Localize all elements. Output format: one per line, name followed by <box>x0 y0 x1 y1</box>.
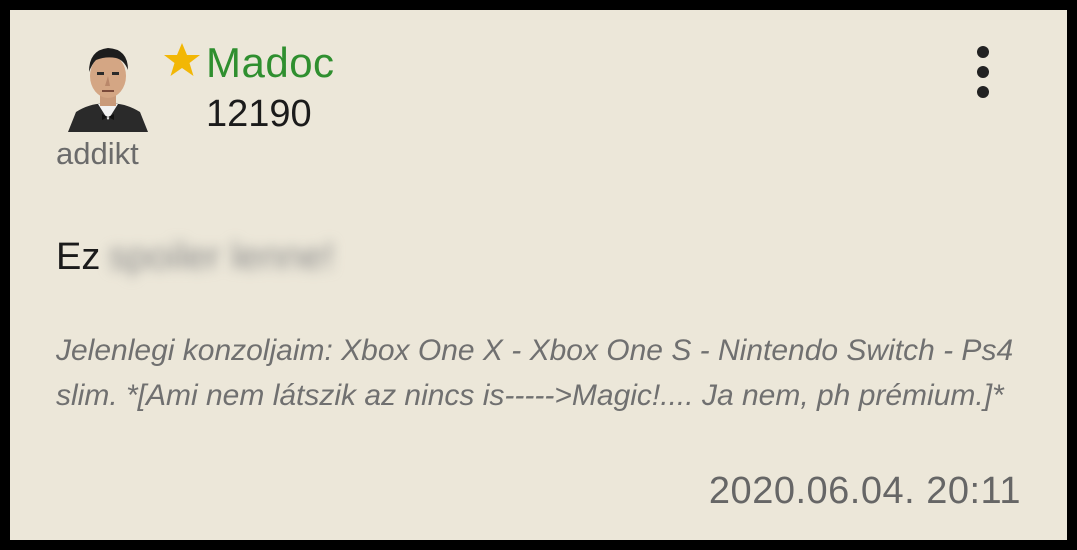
spoiler-text[interactable]: spoiler lenne! <box>108 232 334 282</box>
username[interactable]: Madoc <box>206 38 335 88</box>
more-vert-icon[interactable] <box>968 44 998 100</box>
user-score: 12190 <box>206 93 312 135</box>
post-body: Ez spoiler lenne! <box>56 232 334 282</box>
user-rank: addikt <box>56 136 139 171</box>
menu-dot <box>977 46 989 58</box>
menu-dot <box>977 86 989 98</box>
post-body-text: Ez <box>56 236 101 278</box>
post-card: Madoc 12190 addikt Ez spoiler lenne! Jele… <box>10 10 1067 540</box>
star-icon <box>162 40 202 80</box>
menu-dot <box>977 66 989 78</box>
avatar-portrait-icon <box>68 48 148 132</box>
post-timestamp: 2020.06.04. 20:11 <box>708 470 1021 512</box>
avatar[interactable] <box>62 38 154 132</box>
user-signature: Jelenlegi konzoljaim: Xbox One X - Xbox … <box>56 334 1014 412</box>
